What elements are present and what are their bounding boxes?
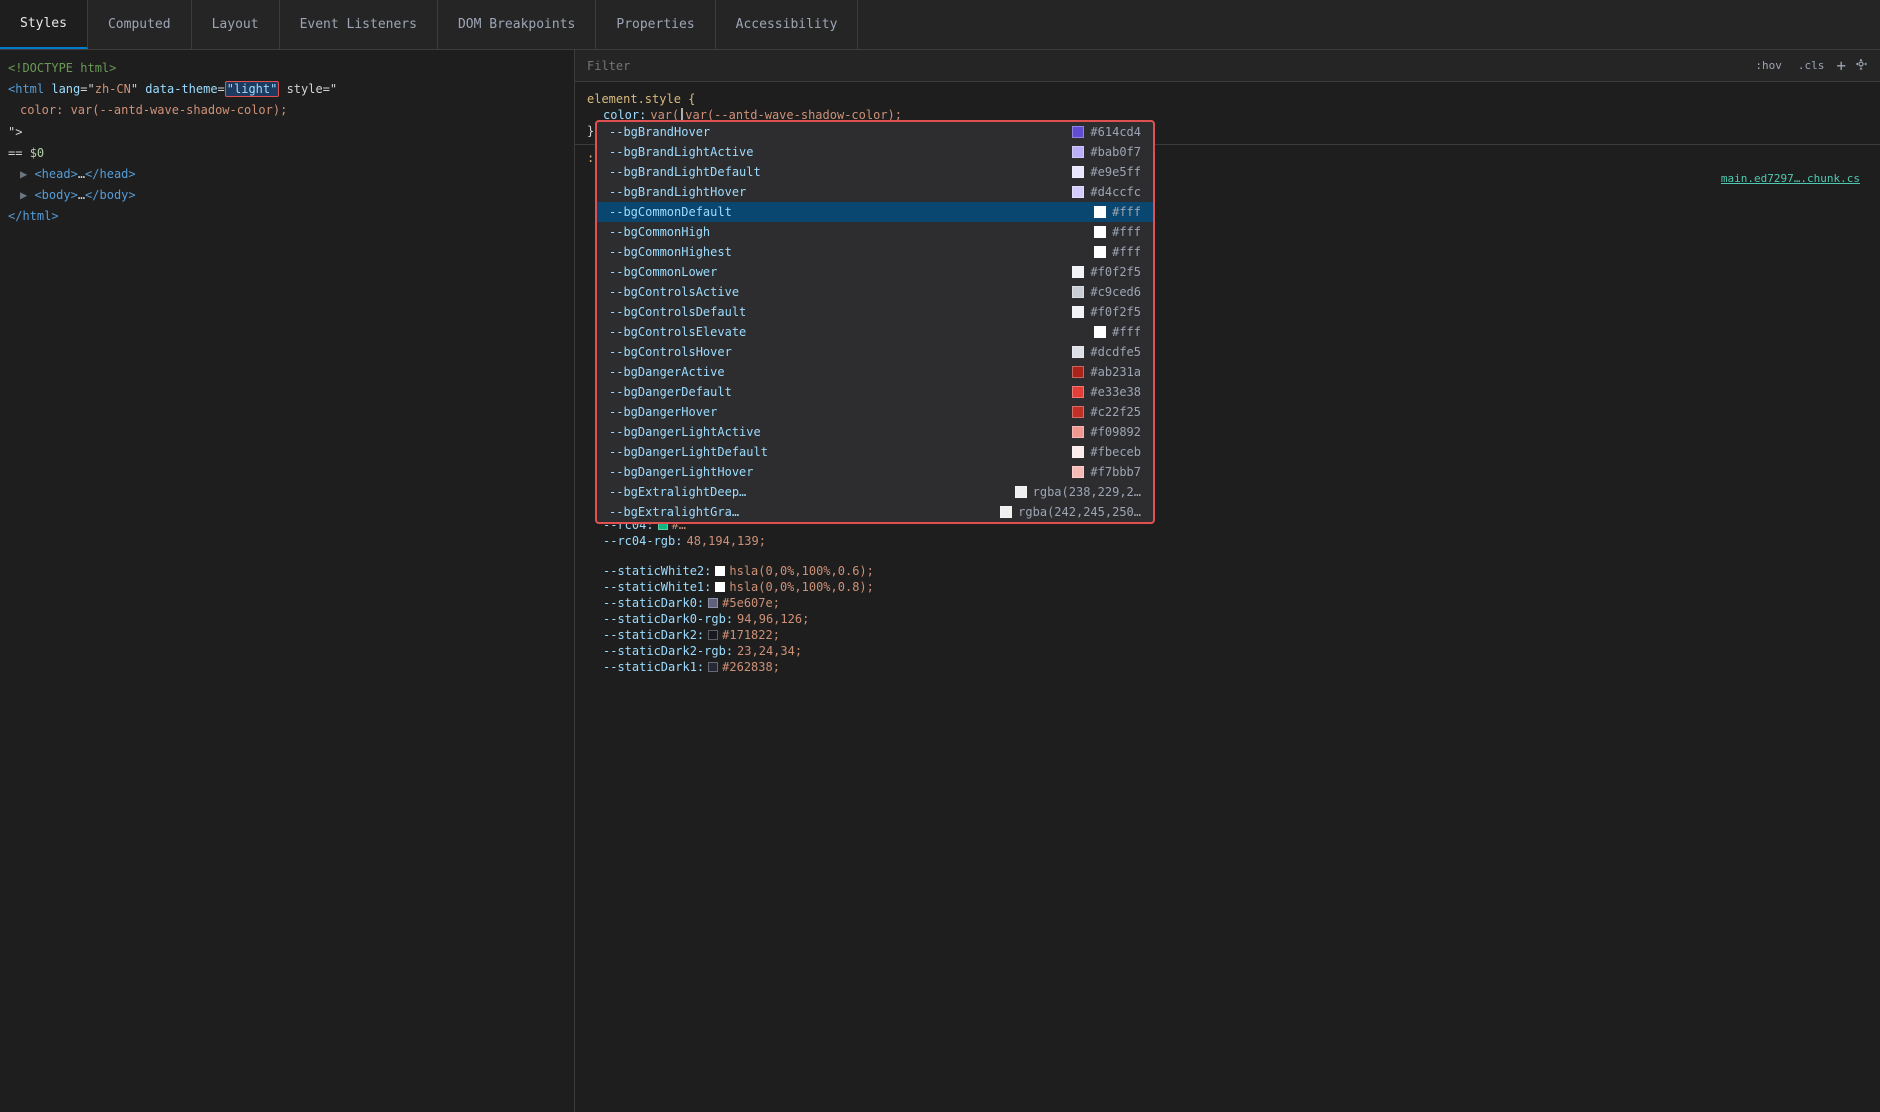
autocomplete-item[interactable]: --bgControlsDefault#f0f2f5 xyxy=(597,302,1153,322)
dom-panel: <!DOCTYPE html> <html lang="zh-CN" data-… xyxy=(0,50,575,1112)
autocomplete-item[interactable]: --bgCommonDefault#fff xyxy=(597,202,1153,222)
tab-event-listeners[interactable]: Event Listeners xyxy=(280,0,438,49)
color-swatch xyxy=(1072,126,1084,138)
color-swatch xyxy=(708,598,718,608)
autocomplete-item[interactable]: --bgControlsElevate#fff xyxy=(597,322,1153,342)
autocomplete-item[interactable]: --bgControlsActive#c9ced6 xyxy=(597,282,1153,302)
css-prop-line: --staticDark0: #5e607e; xyxy=(587,595,1868,611)
css-prop-line: --staticWhite2: hsla(0,0%,100%,0.6); xyxy=(587,563,1868,579)
autocomplete-item[interactable]: --bgDangerLightDefault#fbeceb xyxy=(597,442,1153,462)
tab-dom-breakpoints[interactable]: DOM Breakpoints xyxy=(438,0,596,49)
css-prop-line: --staticWhite1: hsla(0,0%,100%,0.8); xyxy=(587,579,1868,595)
filter-bar: :hov .cls + xyxy=(575,50,1880,82)
autocomplete-item[interactable]: --bgBrandLightDefault#e9e5ff xyxy=(597,162,1153,182)
autocomplete-item[interactable]: --bgDangerActive#ab231a xyxy=(597,362,1153,382)
settings-icon[interactable] xyxy=(1854,57,1868,75)
color-swatch xyxy=(1072,446,1084,458)
color-swatch xyxy=(1094,206,1106,218)
dom-close-attr: "> xyxy=(0,122,574,143)
styles-content: element.style { color: var(var(--antd-wa… xyxy=(575,82,1880,1112)
color-swatch xyxy=(1072,186,1084,198)
styles-panel: :hov .cls + element.style { xyxy=(575,50,1880,1112)
color-swatch xyxy=(1072,406,1084,418)
autocomplete-item[interactable]: --bgCommonHigh#fff xyxy=(597,222,1153,242)
tab-properties[interactable]: Properties xyxy=(596,0,715,49)
color-swatch xyxy=(1000,506,1012,518)
autocomplete-item[interactable]: --bgCommonHighest#fff xyxy=(597,242,1153,262)
color-swatch xyxy=(1072,426,1084,438)
autocomplete-item[interactable]: --bgExtralightGra…rgba(242,245,250… xyxy=(597,502,1153,522)
autocomplete-item[interactable]: --bgDangerHover#c22f25 xyxy=(597,402,1153,422)
color-swatch xyxy=(1094,246,1106,258)
autocomplete-item[interactable]: --bgDangerLightActive#f09892 xyxy=(597,422,1153,442)
dom-html-close: </html> xyxy=(0,206,574,227)
tab-computed[interactable]: Computed xyxy=(88,0,192,49)
dom-dollar-eq: == $0 xyxy=(0,143,574,164)
dom-body[interactable]: ▶ <body>…</body> xyxy=(0,185,574,206)
main-content: <!DOCTYPE html> <html lang="zh-CN" data-… xyxy=(0,50,1880,1112)
autocomplete-item[interactable]: --bgBrandHover#614cd4 xyxy=(597,122,1153,142)
filter-input[interactable] xyxy=(587,59,1743,73)
color-swatch xyxy=(1094,226,1106,238)
autocomplete-item[interactable]: --bgBrandLightHover#d4ccfc xyxy=(597,182,1153,202)
color-swatch xyxy=(1072,346,1084,358)
bottom-static-props: --staticWhite2: hsla(0,0%,100%,0.6);--st… xyxy=(575,559,1880,679)
color-swatch xyxy=(708,662,718,672)
dom-style-value: color: var(--antd-wave-shadow-color); xyxy=(0,100,574,121)
autocomplete-item[interactable]: --bgCommonLower#f0f2f5 xyxy=(597,262,1153,282)
dom-doctype: <!DOCTYPE html> xyxy=(0,58,574,79)
dom-html-open[interactable]: <html lang="zh-CN" data-theme="light" st… xyxy=(0,79,574,100)
element-style-area: element.style { color: var(var(--antd-wa… xyxy=(575,88,1880,145)
color-swatch xyxy=(1072,306,1084,318)
color-swatch xyxy=(1072,266,1084,278)
tab-styles[interactable]: Styles xyxy=(0,0,88,49)
color-swatch xyxy=(1072,366,1084,378)
color-swatch xyxy=(1072,286,1084,298)
autocomplete-item[interactable]: --bgBrandLightActive#bab0f7 xyxy=(597,142,1153,162)
dom-head[interactable]: ▶ <head>…</head> xyxy=(0,164,574,185)
color-swatch xyxy=(1072,166,1084,178)
color-swatch xyxy=(715,566,725,576)
autocomplete-item[interactable]: --bgExtralightDeep…rgba(238,229,2… xyxy=(597,482,1153,502)
autocomplete-item[interactable]: --bgControlsHover#dcdfe5 xyxy=(597,342,1153,362)
tab-bar: Styles Computed Layout Event Listeners D… xyxy=(0,0,1880,50)
tab-layout[interactable]: Layout xyxy=(192,0,280,49)
css-prop-line: --staticDark0-rgb: 94,96,126; xyxy=(587,611,1868,627)
autocomplete-item[interactable]: --bgDangerDefault#e33e38 xyxy=(597,382,1153,402)
css-prop-line: --staticDark1: #262838; xyxy=(587,659,1868,675)
bottom-props-container: --staticWhite2: hsla(0,0%,100%,0.6);--st… xyxy=(587,563,1868,675)
color-swatch xyxy=(715,582,725,592)
color-swatch xyxy=(708,630,718,640)
add-style-button[interactable]: + xyxy=(1836,56,1846,75)
element-style-selector: element.style { xyxy=(587,92,1868,106)
css-prop-line: --staticDark2-rgb: 23,24,34; xyxy=(587,643,1868,659)
color-swatch xyxy=(1072,466,1084,478)
autocomplete-item[interactable]: --bgDangerLightHover#f7bbb7 xyxy=(597,462,1153,482)
color-swatch xyxy=(1015,486,1027,498)
color-swatch xyxy=(1072,386,1084,398)
color-swatch xyxy=(1094,326,1106,338)
file-link[interactable]: main.ed7297….chunk.cs xyxy=(1721,172,1860,185)
hov-button[interactable]: :hov xyxy=(1751,57,1786,74)
cls-button[interactable]: .cls xyxy=(1794,57,1829,74)
css-prop-line: --rc04-rgb: 48,194,139; xyxy=(587,533,1868,549)
css-prop-line: --staticDark2: #171822; xyxy=(587,627,1868,643)
tab-accessibility[interactable]: Accessibility xyxy=(716,0,859,49)
autocomplete-dropdown: --bgBrandHover#614cd4--bgBrandLightActiv… xyxy=(595,120,1155,524)
color-swatch xyxy=(1072,146,1084,158)
